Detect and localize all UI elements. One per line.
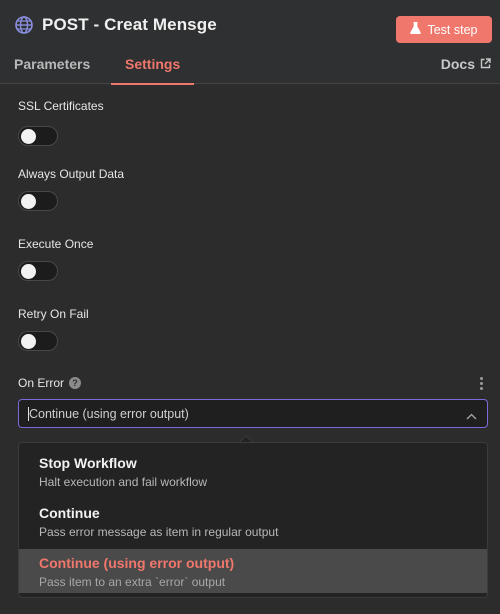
node-title[interactable]: POST - Creat Mensge <box>42 15 217 35</box>
on-error-label: On Error <box>18 376 65 390</box>
field-label: Always Output Data <box>18 167 125 181</box>
field-label: Retry On Fail <box>18 307 89 321</box>
external-link-icon <box>480 56 491 72</box>
option-continue-error-output[interactable]: Continue (using error output) Pass item … <box>19 549 487 593</box>
toggle-knob <box>21 264 36 279</box>
field-always-output-data: Always Output Data <box>18 167 125 211</box>
option-title: Continue <box>39 505 100 521</box>
docs-link[interactable]: Docs <box>441 56 491 72</box>
option-continue[interactable]: Continue Pass error message as item in r… <box>19 505 487 545</box>
chevron-up-icon[interactable] <box>466 409 477 423</box>
option-title: Continue (using error output) <box>39 555 235 571</box>
always-output-data-toggle[interactable] <box>18 191 58 211</box>
settings-panel: SSL Certificates Always Output Data Exec… <box>0 85 500 614</box>
on-error-select[interactable]: Continue (using error output) <box>18 399 488 428</box>
globe-icon <box>14 15 34 35</box>
kebab-icon[interactable] <box>480 377 484 390</box>
help-icon[interactable]: ? <box>69 377 82 389</box>
toggle-knob <box>21 129 36 144</box>
node-header: POST - Creat Mensge Test step Parameters… <box>0 0 500 85</box>
on-error-label-row: On Error ? <box>18 376 82 390</box>
ssl-certificates-toggle[interactable] <box>18 126 58 146</box>
option-description: Halt execution and fail workflow <box>39 475 208 489</box>
test-step-button[interactable]: Test step <box>396 16 492 43</box>
retry-on-fail-toggle[interactable] <box>18 331 58 351</box>
execute-once-toggle[interactable] <box>18 261 58 281</box>
field-ssl-certificates: SSL Certificates <box>18 99 104 146</box>
title-row: POST - Creat Mensge <box>14 15 217 35</box>
field-execute-once: Execute Once <box>18 237 94 281</box>
tab-parameters[interactable]: Parameters <box>14 56 90 84</box>
toggle-knob <box>21 194 36 209</box>
docs-label: Docs <box>440 56 475 72</box>
flask-icon <box>410 22 422 37</box>
option-description: Pass item to an extra `error` output <box>39 575 226 589</box>
tab-bar: Parameters Settings <box>0 56 500 85</box>
on-error-dropdown: Stop Workflow Halt execution and fail wo… <box>18 442 488 598</box>
option-stop-workflow[interactable]: Stop Workflow Halt execution and fail wo… <box>19 455 487 495</box>
field-label: SSL Certificates <box>18 99 104 113</box>
toggle-knob <box>21 334 36 349</box>
test-step-label: Test step <box>427 22 478 37</box>
field-label: Execute Once <box>18 237 94 251</box>
field-retry-on-fail: Retry On Fail <box>18 307 89 351</box>
on-error-selected-value: Continue (using error output) <box>29 406 189 421</box>
option-title: Stop Workflow <box>39 455 137 471</box>
tab-settings[interactable]: Settings <box>111 56 195 85</box>
option-description: Pass error message as item in regular ou… <box>39 525 279 539</box>
